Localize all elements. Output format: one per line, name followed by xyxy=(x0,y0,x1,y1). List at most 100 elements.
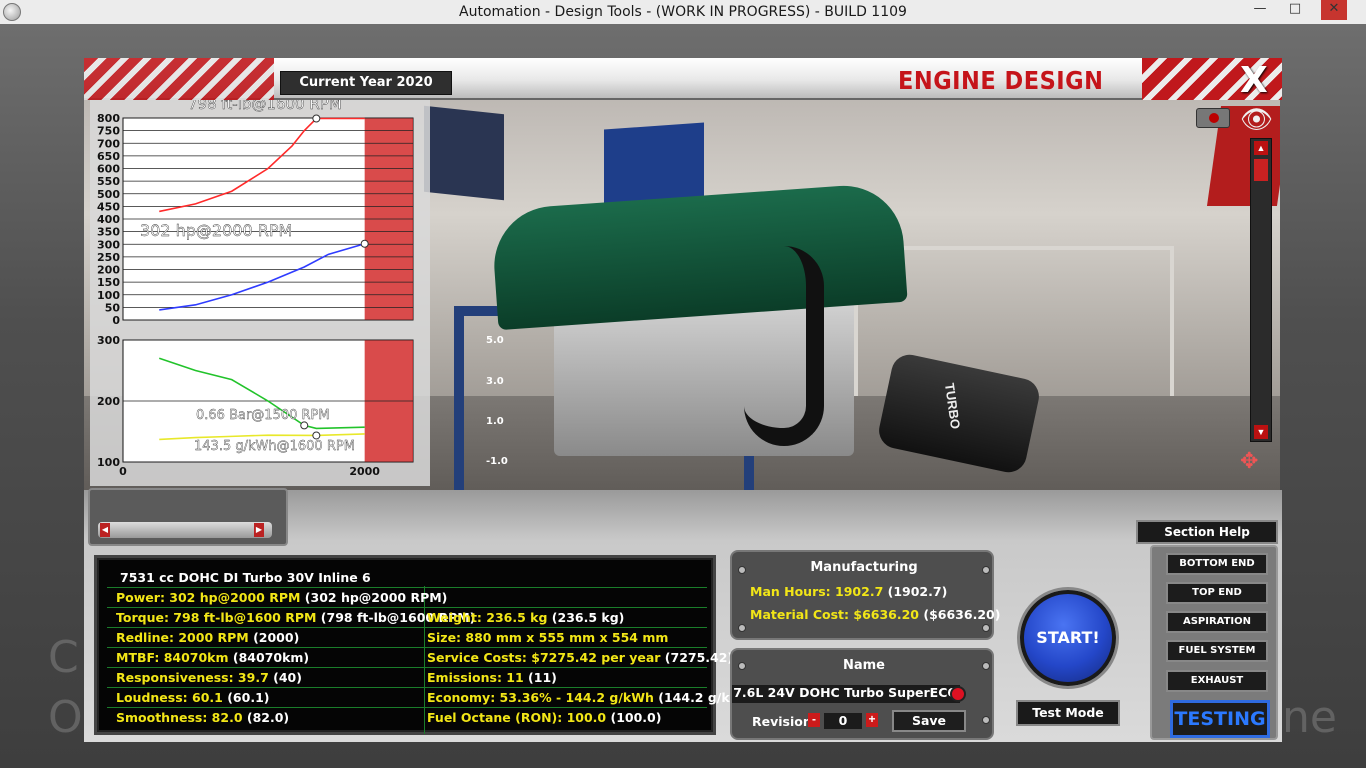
material-cost: Material Cost: $6636.20 ($6636.20) xyxy=(750,607,1001,622)
stats-grid-line xyxy=(107,667,707,668)
stat-left-5: Loudness: 60.1 (60.1) xyxy=(116,690,270,705)
stat-right-0: Weight: 236.5 kg (236.5 kg) xyxy=(427,610,625,625)
intake-pipe xyxy=(744,246,824,446)
engine-summary: 7531 cc DOHC DI Turbo 30V Inline 6 xyxy=(120,570,371,585)
ghost-letter: O xyxy=(48,692,83,743)
y-tick-label: 250 xyxy=(97,251,120,264)
stat-right-5: Fuel Octane (RON): 100.0 (100.0) xyxy=(427,710,662,725)
boost-label: 0.66 Bar@1500 RPM xyxy=(196,408,330,423)
screw-icon xyxy=(738,566,746,574)
stat-right-4: Economy: 53.36% - 144.2 g/kWh (144.2 g/k… xyxy=(427,690,759,705)
y-tick-label: 500 xyxy=(97,188,120,201)
maximize-button[interactable]: □ xyxy=(1282,0,1308,20)
current-year-label: Current Year 2020 xyxy=(280,71,452,95)
y-tick-label: 300 xyxy=(97,334,120,347)
right-scale-label: 3.0 xyxy=(486,376,504,387)
charts-svg: 8007507006506005505004504003503002502001… xyxy=(90,95,430,486)
zoom-scrollbar[interactable]: ▲ ▼ xyxy=(1250,138,1272,442)
y-tick-label: 350 xyxy=(97,226,120,239)
wall-poster xyxy=(424,105,504,201)
bsfc-label: 143.5 g/kWh@1600 RPM xyxy=(194,439,355,454)
y-tick-label: 100 xyxy=(97,289,120,302)
y-tick-label: 800 xyxy=(97,112,120,125)
y-tick-label: 700 xyxy=(97,137,120,150)
screw-icon xyxy=(982,662,990,670)
torque-peak-marker xyxy=(312,114,321,123)
part-selector-display: ◀ ▶ xyxy=(88,488,288,546)
next-arrow-icon[interactable]: ▶ xyxy=(254,523,264,537)
power-peak-marker xyxy=(360,239,369,248)
eye-icon[interactable]: 👁 xyxy=(1240,104,1273,135)
y-tick-label: 650 xyxy=(97,150,120,163)
y-tick-label: 150 xyxy=(97,276,120,289)
camera-icon[interactable] xyxy=(1196,108,1230,128)
name-title: Name xyxy=(842,658,885,673)
start-button[interactable]: START! xyxy=(1020,590,1116,686)
stat-left-2: Redline: 2000 RPM (2000) xyxy=(116,630,300,645)
screw-icon xyxy=(738,624,746,632)
y-tick-label: 550 xyxy=(97,175,120,188)
clear-name-icon[interactable] xyxy=(950,686,966,702)
stat-right-2: Service Costs: $7275.42 per year (7275.4… xyxy=(427,650,734,665)
part-selector-bar[interactable] xyxy=(98,522,272,538)
stats-grid-line xyxy=(107,607,707,608)
rotate-view-icon[interactable]: ✥ xyxy=(1240,448,1258,474)
stat-left-0: Power: 302 hp@2000 RPM (302 hp@2000 RPM) xyxy=(116,590,448,605)
screw-icon xyxy=(738,662,746,670)
y-tick-label: 100 xyxy=(97,456,120,469)
x-tick-label: 0 xyxy=(119,465,127,478)
testing-button[interactable]: TESTING xyxy=(1170,700,1270,738)
menu-top-end[interactable]: TOP END xyxy=(1166,582,1268,604)
page-title: ENGINE DESIGN xyxy=(898,66,1104,95)
stat-right-1: Size: 880 mm x 555 mm x 554 mm xyxy=(427,630,669,645)
y-tick-label: 200 xyxy=(97,264,120,277)
menu-exhaust[interactable]: EXHAUST xyxy=(1166,670,1268,692)
save-button[interactable]: Save xyxy=(892,710,966,732)
stats-grid-line xyxy=(107,627,707,628)
engine-design-header: Current Year 2020 ENGINE DESIGN X xyxy=(84,58,1282,101)
right-scale-label: 1.0 xyxy=(486,416,504,427)
close-designer-button[interactable]: X xyxy=(1240,60,1268,101)
revision-decrement-button[interactable]: - xyxy=(808,713,820,727)
y-tick-label: 600 xyxy=(97,163,120,176)
scroll-thumb[interactable] xyxy=(1254,159,1268,181)
y-tick-label: 50 xyxy=(105,301,121,314)
ghost-text: ne xyxy=(1282,692,1337,743)
scroll-down-arrow[interactable]: ▼ xyxy=(1254,425,1268,439)
y-tick-label: 200 xyxy=(97,395,120,408)
scroll-up-arrow[interactable]: ▲ xyxy=(1254,141,1268,155)
menu-aspiration[interactable]: ASPIRATION xyxy=(1166,611,1268,633)
stat-left-1: Torque: 798 ft-lb@1600 RPM (798 ft-lb@16… xyxy=(116,610,476,625)
manufacturing-title: Manufacturing xyxy=(810,560,918,575)
engine-charts: 800 750 700 650 600 550 500 450 400 350 300 250 200 1… xyxy=(90,95,430,486)
menu-fuel-system[interactable]: FUEL SYSTEM xyxy=(1166,640,1268,662)
stats-divider xyxy=(424,586,425,734)
close-window-button[interactable]: ✕ xyxy=(1321,0,1347,20)
test-mode-button[interactable]: Test Mode xyxy=(1016,700,1120,726)
name-panel: Name 7.6L 24V DOHC Turbo SuperECO Revisi… xyxy=(730,648,994,740)
y-tick-label: 400 xyxy=(97,213,120,226)
screw-icon xyxy=(982,624,990,632)
y-tick-label: 750 xyxy=(97,125,120,138)
revision-increment-button[interactable]: + xyxy=(866,713,878,727)
y-tick-label: 0 xyxy=(112,314,120,327)
minimize-button[interactable]: — xyxy=(1247,0,1273,20)
stat-left-4: Responsiveness: 39.7 (40) xyxy=(116,670,302,685)
stat-left-6: Smoothness: 82.0 (82.0) xyxy=(116,710,290,725)
previous-arrow-icon[interactable]: ◀ xyxy=(100,523,110,537)
menu-bottom-end[interactable]: BOTTOM END xyxy=(1166,553,1268,575)
turbo-label: TURBO xyxy=(941,382,964,430)
man-hours: Man Hours: 1902.7 (1902.7) xyxy=(750,584,948,599)
revision-value[interactable]: 0 xyxy=(824,713,862,729)
section-help-button[interactable]: Section Help xyxy=(1136,520,1278,544)
stats-grid-line xyxy=(107,587,707,588)
x-tick-label: 2000 xyxy=(349,465,380,478)
app-icon xyxy=(3,3,21,21)
engine-name-input[interactable]: 7.6L 24V DOHC Turbo SuperECO xyxy=(732,685,960,703)
power-peak-label: 302 hp@2000 RPM xyxy=(140,221,292,240)
window-title: Automation - Design Tools - (WORK IN PRO… xyxy=(459,4,907,20)
y-tick-label: 300 xyxy=(97,238,120,251)
y-tick-label: 450 xyxy=(97,200,120,213)
stat-right-3: Emissions: 11 (11) xyxy=(427,670,557,685)
screw-icon xyxy=(982,566,990,574)
